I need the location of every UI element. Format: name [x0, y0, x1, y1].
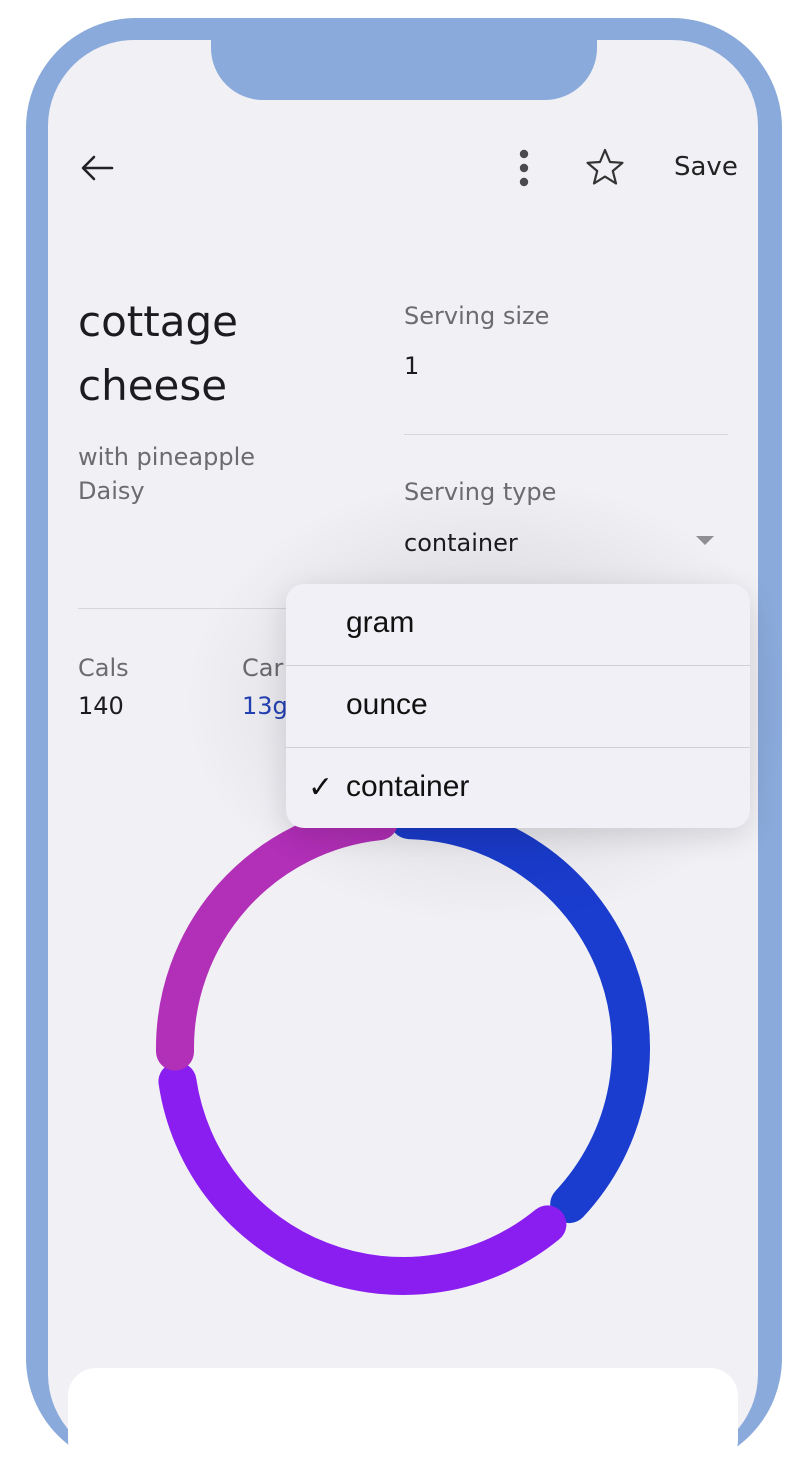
menu-option-ounce[interactable]: ounce — [286, 666, 750, 747]
menu-option-label: gram — [346, 606, 415, 639]
menu-option-label: container — [346, 770, 470, 803]
ring-segment-0 — [389, 801, 650, 1224]
bottom-card — [68, 1368, 738, 1468]
serving-type-menu: gram ounce ✓ container — [286, 584, 750, 828]
menu-option-gram[interactable]: gram — [286, 584, 750, 665]
checkmark-icon: ✓ — [308, 771, 334, 804]
menu-option-container[interactable]: ✓ container — [286, 748, 750, 828]
ring-segment-2 — [156, 802, 399, 1071]
ring-segment-1 — [158, 1062, 567, 1295]
menu-option-label: ounce — [346, 688, 428, 721]
